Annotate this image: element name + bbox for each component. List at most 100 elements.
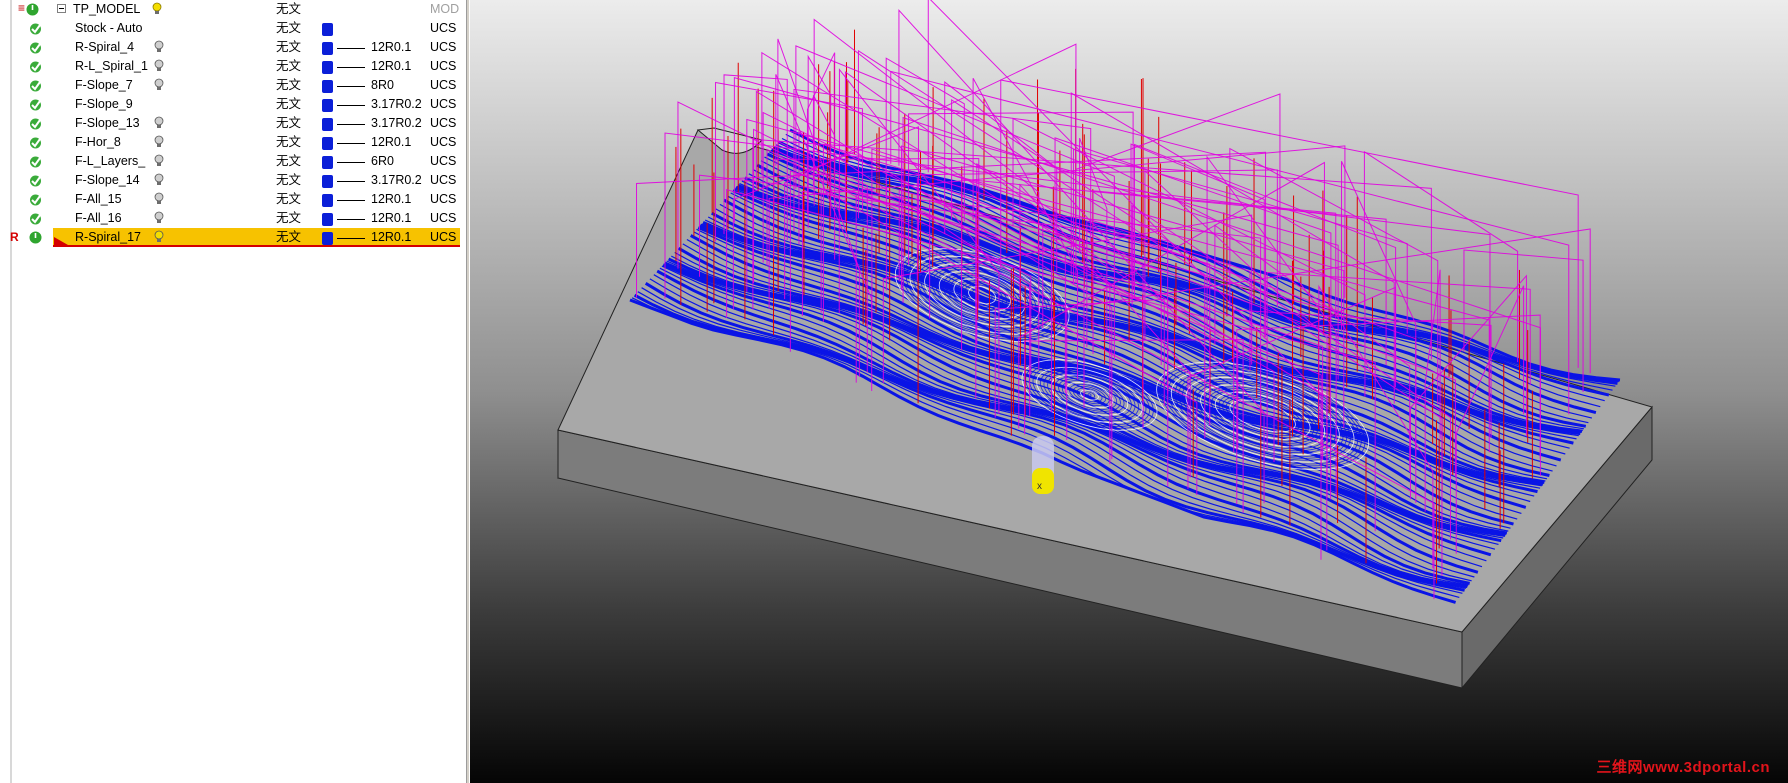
status-check-icon [30, 80, 41, 92]
cs-column: UCS [430, 154, 457, 168]
tree-root-row[interactable]: ≡ TP_MODEL 无文 MOD [0, 0, 466, 19]
file-column: 无文 [276, 97, 302, 111]
file-column: 无文 [276, 154, 302, 168]
tool-column: 3.17R0.2 [371, 173, 422, 187]
color-swatch[interactable] [322, 175, 333, 188]
toolpath-name: F-All_15 [75, 192, 122, 206]
status-check-icon [30, 175, 41, 187]
active-flag-icon [54, 237, 68, 245]
visibility-bulb-icon[interactable] [154, 116, 164, 130]
visibility-bulb-icon[interactable] [154, 230, 164, 244]
cs-column: UCS [430, 97, 457, 111]
status-check-icon [30, 213, 41, 225]
tool-column: 3.17R0.2 [371, 97, 422, 111]
visibility-bulb-icon[interactable] [154, 135, 164, 149]
visibility-bulb-icon[interactable] [154, 59, 164, 73]
toolpath-name: F-Slope_9 [75, 97, 133, 111]
toolpath-row[interactable]: F-Slope_9 无文 3.17R0.2 UCS [0, 95, 466, 114]
status-check-icon [30, 23, 41, 35]
visibility-bulb-icon[interactable] [154, 40, 164, 54]
toolpath-row[interactable]: F-Slope_13 无文 3.17R0.2 UCS [0, 114, 466, 133]
color-swatch[interactable] [322, 61, 333, 74]
tool-line [337, 200, 365, 201]
visibility-bulb-icon[interactable] [154, 173, 164, 187]
status-check-icon [30, 156, 41, 168]
svg-text:x: x [1037, 481, 1042, 492]
visibility-bulb-icon[interactable] [154, 192, 164, 206]
toolpath-row[interactable]: F-L_Layers_ 无文 6R0 UCS [0, 152, 466, 171]
tool-column: 6R0 [371, 154, 394, 168]
visibility-bulb-icon[interactable] [152, 2, 162, 16]
toolpath-tree-panel: ≡ TP_MODEL 无文 MOD Stock - Auto 无文 UCS R-Spi… [0, 0, 466, 783]
tool-line [337, 181, 365, 182]
toolpath-name: F-Slope_13 [75, 116, 140, 130]
status-check-icon [30, 61, 41, 73]
color-swatch[interactable] [322, 42, 333, 55]
cs-column: UCS [430, 230, 457, 244]
tool-line [337, 105, 365, 106]
toolpath-name: R-Spiral_17 [75, 230, 142, 244]
3d-viewport[interactable]: x 三维网www.3dportal.cn [470, 0, 1788, 783]
toolpath-row[interactable]: F-All_16 无文 12R0.1 UCS [0, 209, 466, 228]
tool-line [337, 124, 365, 125]
toolpath-row[interactable]: F-All_15 无文 12R0.1 UCS [0, 190, 466, 209]
file-column: 无文 [276, 21, 302, 35]
toolpath-name: F-Slope_7 [75, 78, 133, 92]
color-swatch[interactable] [322, 232, 333, 245]
cs-column: UCS [430, 192, 457, 206]
color-swatch[interactable] [322, 213, 333, 226]
toolpath-name: Stock - Auto [75, 21, 143, 35]
cs-column: UCS [430, 116, 457, 130]
file-column: 无文 [276, 135, 302, 149]
collapse-icon[interactable] [57, 4, 66, 13]
cs-column: UCS [430, 59, 457, 73]
file-column: 无文 [276, 40, 302, 54]
toolpath-row[interactable]: R-L_Spiral_1 无文 12R0.1 UCS [0, 57, 466, 76]
tool-line [337, 219, 365, 220]
cs-column: UCS [430, 78, 457, 92]
visibility-bulb-icon[interactable] [154, 154, 164, 168]
cs-column: UCS [430, 21, 457, 35]
tool-line [337, 86, 365, 87]
file-column: 无文 [276, 59, 302, 73]
menu-marker-icon: ≡ [18, 1, 26, 15]
cs-column: UCS [430, 135, 457, 149]
toolpath-name: F-L_Layers_ [75, 154, 146, 168]
file-column: 无文 [276, 230, 302, 244]
status-check-icon [30, 99, 41, 111]
root-cs: MOD [430, 2, 460, 16]
tool-line [337, 162, 365, 163]
status-power-icon [26, 3, 39, 16]
visibility-bulb-icon[interactable] [154, 211, 164, 225]
cs-column: UCS [430, 40, 457, 54]
color-swatch[interactable] [322, 23, 333, 36]
status-check-icon [30, 118, 41, 130]
toolpath-row[interactable]: R-Spiral_4 无文 12R0.1 UCS [0, 38, 466, 57]
toolpath-row[interactable]: F-Slope_7 无文 8R0 UCS [0, 76, 466, 95]
toolpath-name: F-All_16 [75, 211, 122, 225]
tool-line [337, 67, 365, 68]
color-swatch[interactable] [322, 194, 333, 207]
tool-line [337, 238, 365, 239]
color-swatch[interactable] [322, 156, 333, 169]
tool-column: 12R0.1 [371, 211, 412, 225]
toolpath-name: F-Slope_14 [75, 173, 140, 187]
visibility-bulb-icon[interactable] [154, 78, 164, 92]
toolpath-row[interactable]: F-Hor_8 无文 12R0.1 UCS [0, 133, 466, 152]
file-column: 无文 [276, 78, 302, 92]
status-check-icon [30, 42, 41, 54]
cs-column: UCS [430, 173, 457, 187]
toolpath-row[interactable]: F-Slope_14 无文 3.17R0.2 UCS [0, 171, 466, 190]
toolpath-row[interactable]: R R-Spiral_17 无文 12R0.1 UCS [0, 228, 466, 247]
file-column: 无文 [276, 116, 302, 130]
cutter-tool: x [1032, 436, 1054, 494]
color-swatch[interactable] [322, 118, 333, 131]
color-swatch[interactable] [322, 80, 333, 93]
toolpath-name: R-L_Spiral_1 [75, 59, 148, 73]
toolpath-row[interactable]: Stock - Auto 无文 UCS [0, 19, 466, 38]
tool-column: 3.17R0.2 [371, 116, 422, 130]
color-swatch[interactable] [322, 99, 333, 112]
tool-column: 8R0 [371, 78, 394, 92]
color-swatch[interactable] [322, 137, 333, 150]
tool-column: 12R0.1 [371, 192, 412, 206]
